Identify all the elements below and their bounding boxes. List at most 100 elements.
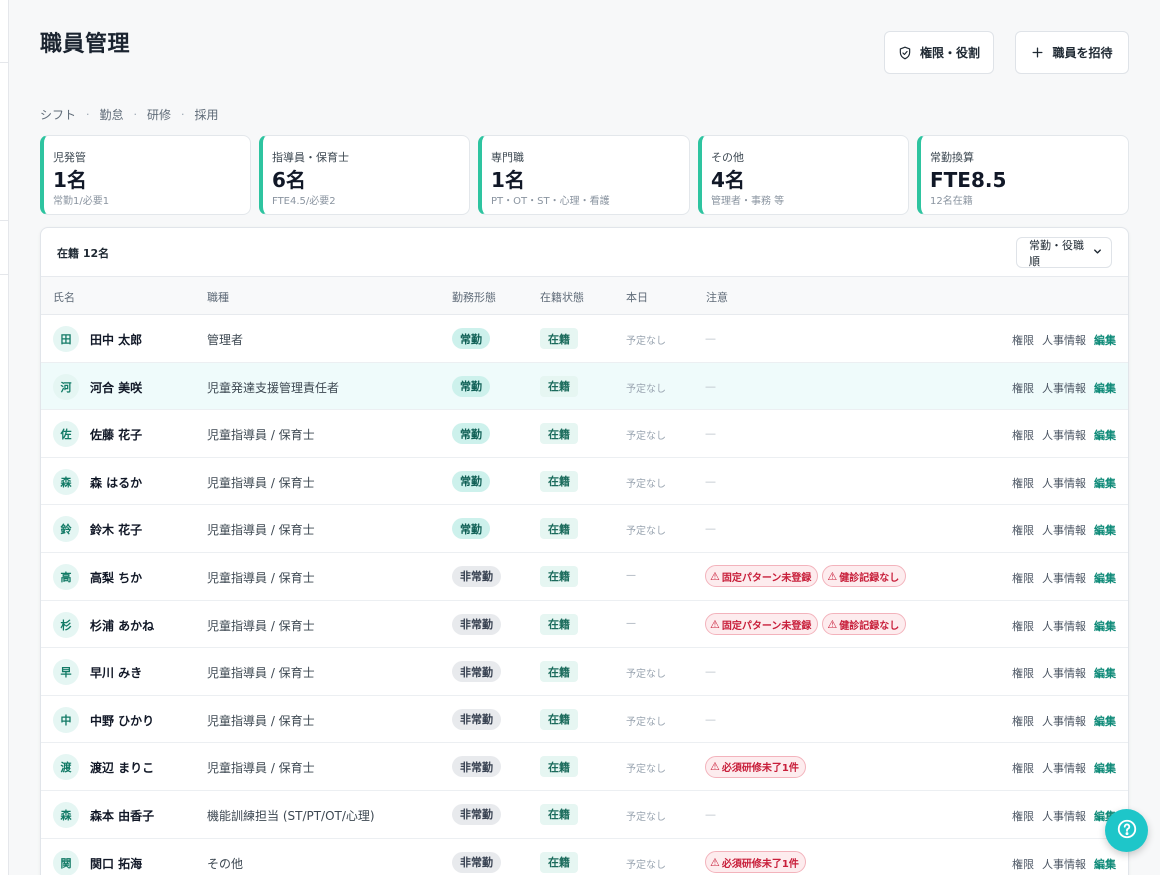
notes-cell: — xyxy=(705,708,716,731)
today-schedule: 予定なし xyxy=(626,478,666,490)
staff-role: 児童指導員 / 保育士 xyxy=(207,428,315,443)
stat-label: 児発管 xyxy=(53,151,86,164)
staff-role: 児童指導員 / 保育士 xyxy=(207,475,315,490)
notes-cell: — xyxy=(705,327,716,350)
table-row[interactable]: 鈴鈴木 花子 児童指導員 / 保育士 常勤 在籍 予定なし — 権限 人事情報 編集 xyxy=(41,505,1128,553)
notes-cell: ⚠ 固定パターン未登録 ⚠ 健診記録なし xyxy=(705,565,907,588)
permission-link[interactable]: 権限 xyxy=(1012,522,1034,538)
permission-link[interactable]: 権限 xyxy=(1012,760,1034,776)
edit-link[interactable]: 編集 xyxy=(1094,570,1116,586)
edit-link[interactable]: 編集 xyxy=(1094,380,1116,396)
table-row[interactable]: 杉杉浦 あかね 児童指導員 / 保育士 非常勤 在籍 — ⚠ 固定パターン未登録 ⚠ 健診記録な… xyxy=(41,601,1128,649)
staff-role: 児童指導員 / 保育士 xyxy=(207,523,315,538)
hr-info-link[interactable]: 人事情報 xyxy=(1042,760,1086,776)
empty-mark: — xyxy=(705,807,716,821)
stat-value: 1名 xyxy=(491,168,525,192)
stat-subtext: 常勤1/必要1 xyxy=(53,196,110,207)
hr-info-link[interactable]: 人事情報 xyxy=(1042,332,1086,348)
employment-badge: 常勤 xyxy=(452,518,490,540)
permission-link[interactable]: 権限 xyxy=(1012,808,1034,824)
edit-link[interactable]: 編集 xyxy=(1094,618,1116,634)
table-row[interactable]: 河河合 美咲 児童発達支援管理責任者 常勤 在籍 予定なし — 権限 人事情報 編集 xyxy=(41,362,1128,411)
subnav-link-shift[interactable]: シフト xyxy=(40,106,76,123)
table-row[interactable]: 関関口 拓海 その他 非常勤 在籍 予定なし ⚠ 必須研修未了1件 権限 人事情報 編集 xyxy=(41,839,1128,875)
column-header-name: 氏名 xyxy=(53,291,75,304)
table-row[interactable]: 佐佐藤 花子 児童指導員 / 保育士 常勤 在籍 予定なし — 権限 人事情報 編集 xyxy=(41,410,1128,458)
table-row[interactable]: 田田中 太郎 管理者 常勤 在籍 予定なし — 権限 人事情報 編集 xyxy=(41,315,1128,363)
edit-link[interactable]: 編集 xyxy=(1094,475,1116,491)
staff-role: 児童指導員 / 保育士 xyxy=(207,570,315,585)
hr-info-link[interactable]: 人事情報 xyxy=(1042,380,1086,396)
table-row[interactable]: 中中野 ひかり 児童指導員 / 保育士 非常勤 在籍 予定なし — 権限 人事情報 編集 xyxy=(41,696,1128,744)
status-badge: 在籍 xyxy=(540,328,578,349)
page-title: 職員管理 xyxy=(40,32,131,57)
table-row[interactable]: 森森本 由香子 機能訓練担当 (ST/PT/OT/心理) 非常勤 在籍 予定なし — 権限人… xyxy=(41,791,1128,839)
permission-link[interactable]: 権限 xyxy=(1012,380,1034,396)
today-schedule: 予定なし xyxy=(626,716,666,728)
staff-name: 高梨 ちか xyxy=(90,570,143,585)
status-badge: 在籍 xyxy=(540,756,578,778)
empty-mark: — xyxy=(705,427,716,441)
table-row[interactable]: 早早川 みき 児童指導員 / 保育士 非常勤 在籍 予定なし — 権限 人事情報 編集 xyxy=(41,648,1128,696)
hr-info-link[interactable]: 人事情報 xyxy=(1042,618,1086,634)
edit-link[interactable]: 編集 xyxy=(1094,522,1116,538)
permission-link[interactable]: 権限 xyxy=(1012,332,1034,348)
status-badge: 在籍 xyxy=(540,661,578,683)
table-row[interactable]: 高高梨 ちか 児童指導員 / 保育士 非常勤 在籍 — ⚠ 固定パターン未登録 ⚠ 健診記録なし… xyxy=(41,553,1128,601)
hr-info-link[interactable]: 人事情報 xyxy=(1042,713,1086,729)
invite-staff-button[interactable]: 職員を招待 xyxy=(1015,31,1129,74)
edit-link[interactable]: 編集 xyxy=(1094,760,1116,776)
hr-info-link[interactable]: 人事情報 xyxy=(1042,856,1086,872)
notes-cell: — xyxy=(705,803,716,826)
avatar: 早 xyxy=(53,659,79,686)
roles-button[interactable]: 権限・役割 xyxy=(884,31,994,74)
edit-link[interactable]: 編集 xyxy=(1094,665,1116,681)
warning-badge-label: 必須研修未了1件 xyxy=(721,763,799,775)
avatar: 鈴 xyxy=(53,516,79,543)
hr-info-link[interactable]: 人事情報 xyxy=(1042,570,1086,586)
warning-badge: ⚠ 健診記録なし xyxy=(822,565,907,588)
subnav-link-attendance[interactable]: 勤怠 xyxy=(100,106,124,123)
hr-info-link[interactable]: 人事情報 xyxy=(1042,665,1086,681)
hr-info-link[interactable]: 人事情報 xyxy=(1042,475,1086,491)
shield-check-icon xyxy=(898,46,912,60)
permission-link[interactable]: 権限 xyxy=(1012,618,1034,634)
stat-label: 専門職 xyxy=(491,151,524,164)
stat-subtext: 12名在籍 xyxy=(930,196,973,207)
row-actions: 権限 人事情報 編集 xyxy=(1012,570,1116,586)
help-button[interactable] xyxy=(1105,809,1148,852)
status-badge: 在籍 xyxy=(540,470,578,492)
permission-link[interactable]: 権限 xyxy=(1012,570,1034,586)
left-sidebar-edge xyxy=(0,0,9,875)
staff-name: 森 はるか xyxy=(90,475,143,490)
edit-link[interactable]: 編集 xyxy=(1094,856,1116,872)
warning-badge-label: 固定パターン未登録 xyxy=(721,620,812,632)
edit-link[interactable]: 編集 xyxy=(1094,427,1116,443)
permission-link[interactable]: 権限 xyxy=(1012,856,1034,872)
today-schedule: 予定なし xyxy=(626,336,666,347)
edit-link[interactable]: 編集 xyxy=(1094,713,1116,729)
permission-link[interactable]: 権限 xyxy=(1012,713,1034,729)
empty-mark: — xyxy=(705,332,716,345)
status-badge: 在籍 xyxy=(540,803,578,825)
empty-mark: — xyxy=(705,474,716,488)
warning-badge: ⚠ 必須研修未了1件 xyxy=(705,851,806,874)
employment-badge: 常勤 xyxy=(452,375,490,397)
hr-info-link[interactable]: 人事情報 xyxy=(1042,522,1086,538)
permission-link[interactable]: 権限 xyxy=(1012,475,1034,491)
permission-link[interactable]: 権限 xyxy=(1012,427,1034,443)
sidebar-divider xyxy=(0,62,9,63)
hr-info-link[interactable]: 人事情報 xyxy=(1042,808,1086,824)
status-badge: 在籍 xyxy=(540,565,578,587)
subnav-link-recruiting[interactable]: 採用 xyxy=(195,106,219,123)
sort-select[interactable]: 常勤・役職順 xyxy=(1016,237,1112,268)
edit-link[interactable]: 編集 xyxy=(1094,332,1116,348)
staff-count: 在籍 12名 xyxy=(57,247,110,260)
table-row[interactable]: 渡渡辺 まりこ 児童指導員 / 保育士 非常勤 在籍 予定なし ⚠ 必須研修未了1件 権限 人事… xyxy=(41,743,1128,791)
avatar: 渡 xyxy=(53,754,79,781)
table-row[interactable]: 森森 はるか 児童指導員 / 保育士 常勤 在籍 予定なし — 権限 人事情報 編集 xyxy=(41,458,1128,506)
row-actions: 権限 人事情報 編集 xyxy=(1012,665,1116,681)
subnav-link-training[interactable]: 研修 xyxy=(147,106,171,123)
hr-info-link[interactable]: 人事情報 xyxy=(1042,427,1086,443)
permission-link[interactable]: 権限 xyxy=(1012,665,1034,681)
